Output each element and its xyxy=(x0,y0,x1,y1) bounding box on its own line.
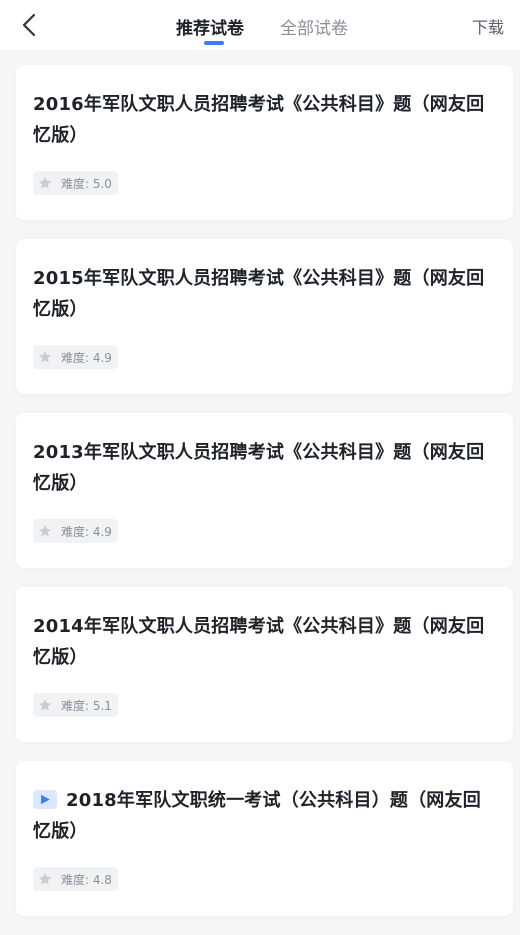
difficulty-badge: 难度: 4.9 xyxy=(33,519,118,543)
difficulty-badge: 难度: 5.1 xyxy=(33,693,118,717)
paper-title-text: 2015年军队文职人员招聘考试《公共科目》题（网友回忆版） xyxy=(33,268,485,320)
video-play-icon xyxy=(33,790,57,809)
star-icon xyxy=(38,698,52,712)
tab-label: 推荐试卷 xyxy=(176,19,244,39)
download-button[interactable]: 下载 xyxy=(472,14,504,38)
paper-title-text: 2013年军队文职人员招聘考试《公共科目》题（网友回忆版） xyxy=(33,442,485,494)
paper-title-text: 2016年军队文职人员招聘考试《公共科目》题（网友回忆版） xyxy=(33,94,485,146)
difficulty-badge: 难度: 4.9 xyxy=(33,345,118,369)
star-icon xyxy=(38,350,52,364)
tab-recommended[interactable]: 推荐试卷 xyxy=(176,0,244,45)
star-icon xyxy=(38,524,52,538)
star-icon xyxy=(38,872,52,886)
difficulty-text: 难度: 4.9 xyxy=(61,350,112,365)
tab-bar: 推荐试卷 全部试卷 xyxy=(176,0,348,50)
tab-all[interactable]: 全部试卷 xyxy=(280,0,348,39)
tab-label: 全部试卷 xyxy=(280,19,348,39)
paper-list: 2016年军队文职人员招聘考试《公共科目》题（网友回忆版） 难度: 5.0 20… xyxy=(16,65,513,935)
paper-title: 2013年军队文职人员招聘考试《公共科目》题（网友回忆版） xyxy=(33,437,495,499)
difficulty-text: 难度: 4.9 xyxy=(61,524,112,539)
paper-card[interactable]: 2013年军队文职人员招聘考试《公共科目》题（网友回忆版） 难度: 4.9 xyxy=(16,413,513,568)
paper-title-text: 2014年军队文职人员招聘考试《公共科目》题（网友回忆版） xyxy=(33,616,485,668)
paper-title: 2014年军队文职人员招聘考试《公共科目》题（网友回忆版） xyxy=(33,611,495,673)
difficulty-text: 难度: 5.1 xyxy=(61,698,112,713)
active-tab-indicator xyxy=(204,41,224,45)
paper-title: 2016年军队文职人员招聘考试《公共科目》题（网友回忆版） xyxy=(33,89,495,151)
top-nav-bar: 推荐试卷 全部试卷 下载 xyxy=(0,0,520,51)
difficulty-badge: 难度: 4.8 xyxy=(33,867,118,891)
paper-card[interactable]: 2016年军队文职人员招聘考试《公共科目》题（网友回忆版） 难度: 5.0 xyxy=(16,65,513,220)
paper-card[interactable]: 2015年军队文职人员招聘考试《公共科目》题（网友回忆版） 难度: 4.9 xyxy=(16,239,513,394)
paper-card[interactable]: 2014年军队文职人员招聘考试《公共科目》题（网友回忆版） 难度: 5.1 xyxy=(16,587,513,742)
paper-title: 2015年军队文职人员招聘考试《公共科目》题（网友回忆版） xyxy=(33,263,495,325)
star-icon xyxy=(38,176,52,190)
difficulty-badge: 难度: 5.0 xyxy=(33,171,118,195)
difficulty-text: 难度: 4.8 xyxy=(61,872,112,887)
paper-card[interactable]: 2018年军队文职统一考试（公共科目）题（网友回忆版） 难度: 4.8 xyxy=(16,761,513,916)
paper-title: 2018年军队文职统一考试（公共科目）题（网友回忆版） xyxy=(33,785,495,847)
difficulty-text: 难度: 5.0 xyxy=(61,176,112,191)
paper-title-text: 2018年军队文职统一考试（公共科目）题（网友回忆版） xyxy=(33,790,481,842)
back-button[interactable] xyxy=(14,10,44,40)
chevron-left-icon xyxy=(22,13,36,37)
